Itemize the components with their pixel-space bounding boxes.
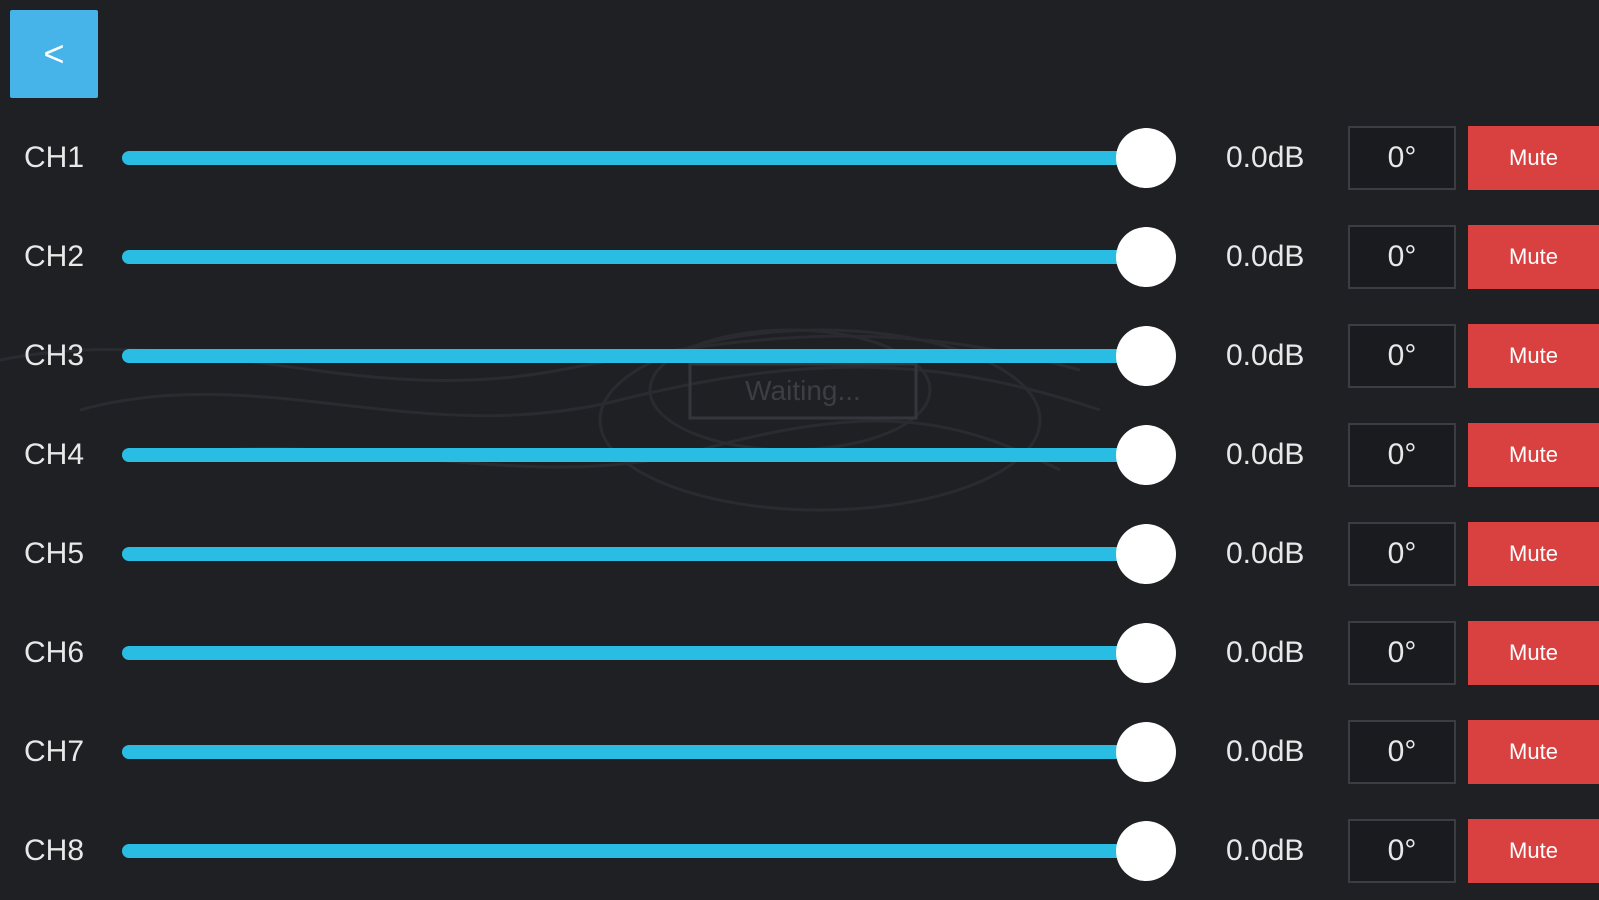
slider-track — [122, 447, 1146, 462]
slider-thumb[interactable] — [1116, 127, 1176, 188]
slider-thumb[interactable] — [1116, 721, 1176, 782]
phase-button[interactable]: 0° — [1348, 719, 1456, 784]
channel-row: CH4 0.0dB 0° Mute — [0, 405, 1599, 504]
mute-button[interactable]: Mute — [1468, 422, 1599, 487]
phase-button[interactable]: 0° — [1348, 818, 1456, 883]
channel-label: CH5 — [24, 536, 85, 570]
channel-label: CH8 — [24, 833, 85, 867]
channel-row: CH1 0.0dB 0° Mute — [0, 108, 1599, 207]
slider-track — [122, 348, 1146, 363]
gain-slider[interactable] — [122, 127, 1192, 188]
phase-button[interactable]: 0° — [1348, 224, 1456, 289]
slider-track — [122, 744, 1146, 759]
gain-slider[interactable] — [122, 226, 1192, 287]
slider-thumb[interactable] — [1116, 226, 1176, 287]
mute-button[interactable]: Mute — [1468, 719, 1599, 784]
channel-row: CH7 0.0dB 0° Mute — [0, 702, 1599, 801]
back-button[interactable]: < — [10, 10, 98, 98]
channel-label: CH4 — [24, 437, 85, 471]
slider-track — [122, 645, 1146, 660]
gain-value: 0.0dB — [1226, 536, 1305, 570]
gain-slider[interactable] — [122, 721, 1192, 782]
mute-button[interactable]: Mute — [1468, 224, 1599, 289]
gain-value: 0.0dB — [1226, 140, 1305, 174]
phase-button[interactable]: 0° — [1348, 620, 1456, 685]
channel-row: CH3 0.0dB 0° Mute — [0, 306, 1599, 405]
mute-button[interactable]: Mute — [1468, 125, 1599, 190]
gain-value: 0.0dB — [1226, 833, 1305, 867]
channel-label: CH6 — [24, 635, 85, 669]
back-chevron-icon: < — [43, 33, 65, 74]
mute-button[interactable]: Mute — [1468, 818, 1599, 883]
mute-button[interactable]: Mute — [1468, 521, 1599, 586]
slider-thumb[interactable] — [1116, 424, 1176, 485]
slider-thumb[interactable] — [1116, 820, 1176, 881]
phase-button[interactable]: 0° — [1348, 521, 1456, 586]
gain-value: 0.0dB — [1226, 239, 1305, 273]
phase-button[interactable]: 0° — [1348, 422, 1456, 487]
channel-label: CH2 — [24, 239, 85, 273]
phase-button[interactable]: 0° — [1348, 323, 1456, 388]
channel-row: CH2 0.0dB 0° Mute — [0, 207, 1599, 306]
channel-label: CH1 — [24, 140, 85, 174]
gain-value: 0.0dB — [1226, 734, 1305, 768]
channel-label: CH7 — [24, 734, 85, 768]
slider-thumb[interactable] — [1116, 325, 1176, 386]
slider-track — [122, 150, 1146, 165]
slider-thumb[interactable] — [1116, 523, 1176, 584]
channel-list: CH1 0.0dB 0° Mute CH2 0.0dB 0° Mute CH3 0.0dB 0° Mu… — [0, 108, 1599, 900]
mute-button[interactable]: Mute — [1468, 323, 1599, 388]
slider-thumb[interactable] — [1116, 622, 1176, 683]
channel-label: CH3 — [24, 338, 85, 372]
channel-row: CH5 0.0dB 0° Mute — [0, 504, 1599, 603]
slider-track — [122, 249, 1146, 264]
channel-row: CH6 0.0dB 0° Mute — [0, 603, 1599, 702]
gain-slider[interactable] — [122, 424, 1192, 485]
gain-value: 0.0dB — [1226, 635, 1305, 669]
phase-button[interactable]: 0° — [1348, 125, 1456, 190]
gain-value: 0.0dB — [1226, 338, 1305, 372]
slider-track — [122, 546, 1146, 561]
gain-slider[interactable] — [122, 622, 1192, 683]
mute-button[interactable]: Mute — [1468, 620, 1599, 685]
channel-row: CH8 0.0dB 0° Mute — [0, 801, 1599, 900]
slider-track — [122, 843, 1146, 858]
gain-slider[interactable] — [122, 325, 1192, 386]
gain-slider[interactable] — [122, 820, 1192, 881]
gain-slider[interactable] — [122, 523, 1192, 584]
gain-value: 0.0dB — [1226, 437, 1305, 471]
